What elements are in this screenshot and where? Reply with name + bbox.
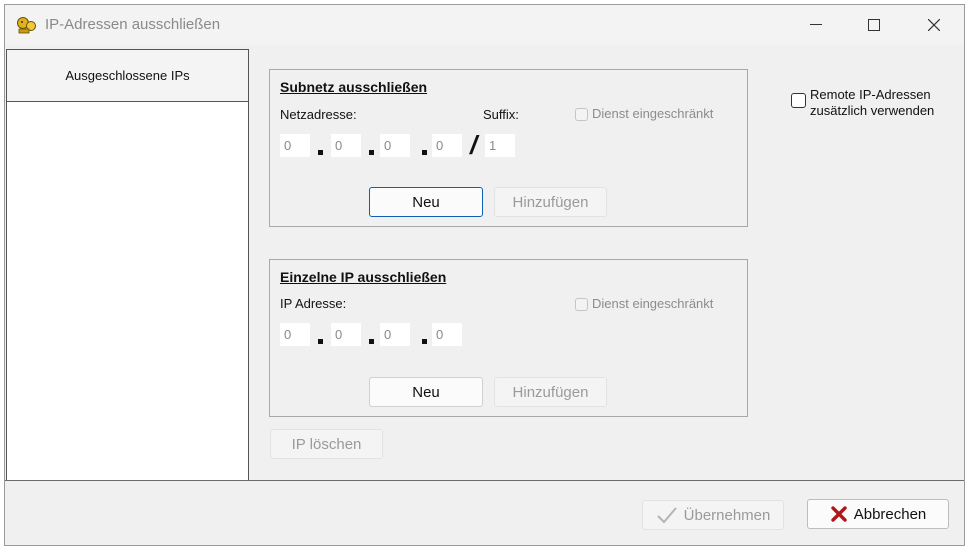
single-octet-1[interactable] [280, 323, 310, 346]
excluded-ips-list[interactable] [7, 102, 248, 480]
single-dot-1 [318, 339, 323, 344]
ip-adresse-label: IP Adresse: [280, 296, 347, 311]
single-octet-3[interactable] [380, 323, 410, 346]
subnet-dienst-label: Dienst eingeschränkt [592, 106, 714, 121]
footer-separator [5, 480, 964, 481]
close-button[interactable] [911, 5, 957, 45]
subnet-dienst-checkbox[interactable]: Dienst eingeschränkt [575, 106, 713, 121]
subnet-octet-3[interactable] [380, 134, 410, 157]
single-dienst-label: Dienst eingeschränkt [592, 296, 714, 311]
maximize-icon [868, 19, 880, 31]
uebernehmen-label: Übernehmen [683, 506, 771, 524]
single-hinzufuegen-button[interactable]: Hinzufügen [494, 377, 607, 407]
remote-ip-label: Remote IP-Adressen zusätzlich verwenden [810, 87, 934, 119]
suffix-input[interactable] [485, 134, 515, 157]
subnet-octet-1[interactable] [280, 134, 310, 157]
single-octet-2[interactable] [331, 323, 361, 346]
window-title: IP-Adressen ausschließen [45, 16, 221, 33]
app-icon [16, 15, 38, 35]
subnet-octet-2[interactable] [331, 134, 361, 157]
title-bar: IP-Adressen ausschließen [5, 5, 964, 45]
subnet-octet-4[interactable] [432, 134, 462, 157]
subnet-neu-button[interactable]: Neu [369, 187, 483, 217]
remote-ip-checkbox[interactable]: Remote IP-Adressen zusätzlich verwenden [791, 87, 934, 119]
suffix-label: Suffix: [483, 107, 519, 122]
single-dienst-box[interactable] [575, 298, 588, 311]
remote-ip-box[interactable] [791, 93, 806, 108]
abbrechen-button[interactable]: Abbrechen [807, 499, 949, 529]
subnet-dot-1 [318, 150, 323, 155]
excluded-ips-header[interactable]: Ausgeschlossene IPs [7, 50, 248, 102]
minimize-icon [810, 24, 822, 25]
remote-ip-label-line1: Remote IP-Adressen [810, 87, 931, 102]
suffix-slash: / [470, 130, 478, 160]
maximize-button[interactable] [851, 5, 897, 45]
close-icon [928, 19, 940, 31]
dialog-window: IP-Adressen ausschließen Ausgeschlossene… [4, 4, 965, 546]
single-neu-button[interactable]: Neu [369, 377, 483, 407]
cancel-x-icon [830, 505, 848, 523]
subnet-dot-2 [369, 150, 374, 155]
subnet-dot-3 [422, 150, 427, 155]
abbrechen-label: Abbrechen [853, 505, 927, 523]
single-ip-group-title: Einzelne IP ausschließen [280, 269, 447, 285]
subnet-group: Subnetz ausschließen Netzadresse: Suffix… [269, 69, 748, 227]
single-ip-group: Einzelne IP ausschließen IP Adresse: Die… [269, 259, 748, 417]
uebernehmen-button[interactable]: Übernehmen [642, 500, 784, 530]
netzadresse-label: Netzadresse: [280, 107, 357, 122]
single-dienst-checkbox[interactable]: Dienst eingeschränkt [575, 296, 713, 311]
subnet-group-title: Subnetz ausschließen [280, 79, 428, 95]
ip-loeschen-button[interactable]: IP löschen [270, 429, 383, 459]
checkmark-icon [656, 506, 678, 524]
single-octet-4[interactable] [432, 323, 462, 346]
excluded-ips-panel: Ausgeschlossene IPs [6, 49, 249, 481]
subnet-dienst-box[interactable] [575, 108, 588, 121]
subnet-hinzufuegen-button[interactable]: Hinzufügen [494, 187, 607, 217]
remote-ip-label-line2: zusätzlich verwenden [810, 103, 935, 118]
minimize-button[interactable] [793, 5, 839, 45]
single-dot-2 [369, 339, 374, 344]
single-dot-3 [422, 339, 427, 344]
